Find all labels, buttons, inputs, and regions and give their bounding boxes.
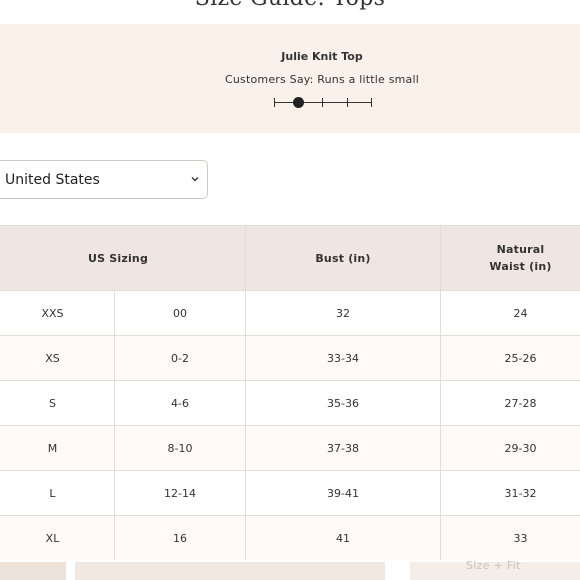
table-row: M 8-10 37-38 29-30: [0, 425, 580, 471]
waist-cell: 24: [440, 290, 580, 336]
waist-cell: 33: [440, 515, 580, 561]
fit-scale-marker: [293, 97, 305, 108]
waist-cell: 27-28: [440, 380, 580, 426]
bust-cell: 32: [245, 290, 441, 336]
size-number-cell: 4-6: [114, 380, 246, 426]
size-letter-cell: XXS: [0, 290, 115, 336]
country-select-value: United States: [5, 171, 100, 188]
size-letter-cell: M: [0, 425, 115, 471]
table-row: XXS 00 32 24: [0, 290, 580, 336]
column-header-natural-waist: Natural Waist (in): [440, 225, 580, 291]
fit-scale-tick: [274, 98, 275, 107]
size-number-cell: 16: [114, 515, 246, 561]
product-image-thumbnail: [0, 562, 66, 580]
chevron-down-icon: [191, 177, 199, 182]
table-row: XL 16 41 33: [0, 515, 580, 561]
customers-say-text: Customers Say: Runs a little small: [224, 73, 419, 86]
page-title: Size Guide: Tops: [0, 0, 580, 11]
bust-cell: 37-38: [245, 425, 441, 471]
product-image-thumbnail: [75, 562, 385, 580]
size-letter-cell: L: [0, 470, 115, 516]
size-number-cell: 12-14: [114, 470, 246, 516]
column-header-natural-waist-label: Natural Waist (in): [489, 243, 552, 273]
size-fit-label: Size + Fit: [466, 559, 521, 572]
fit-scale: [274, 96, 372, 109]
column-header-us-sizing: US Sizing: [0, 225, 246, 291]
size-letter-cell: S: [0, 380, 115, 426]
size-number-cell: 0-2: [114, 335, 246, 381]
size-number-cell: 00: [114, 290, 246, 336]
waist-cell: 29-30: [440, 425, 580, 471]
size-table: US Sizing Bust (in) Natural Waist (in) X…: [0, 225, 580, 561]
bust-cell: 41: [245, 515, 441, 561]
fit-scale-tick: [347, 98, 348, 107]
product-name: Julie Knit Top: [281, 50, 363, 63]
size-letter-cell: XS: [0, 335, 115, 381]
bust-cell: 39-41: [245, 470, 441, 516]
table-row: S 4-6 35-36 27-28: [0, 380, 580, 426]
bust-cell: 33-34: [245, 335, 441, 381]
country-select[interactable]: United States: [0, 160, 208, 199]
table-row: L 12-14 39-41 31-32: [0, 470, 580, 516]
size-number-cell: 8-10: [114, 425, 246, 471]
waist-cell: 31-32: [440, 470, 580, 516]
bust-cell: 35-36: [245, 380, 441, 426]
size-table-header-row: US Sizing Bust (in) Natural Waist (in): [0, 225, 580, 291]
column-header-bust: Bust (in): [245, 225, 441, 291]
fit-scale-line: [274, 102, 372, 103]
fit-scale-tick: [322, 98, 323, 107]
fit-scale-tick: [371, 98, 372, 107]
size-letter-cell: XL: [0, 515, 115, 561]
table-row: XS 0-2 33-34 25-26: [0, 335, 580, 381]
waist-cell: 25-26: [440, 335, 580, 381]
